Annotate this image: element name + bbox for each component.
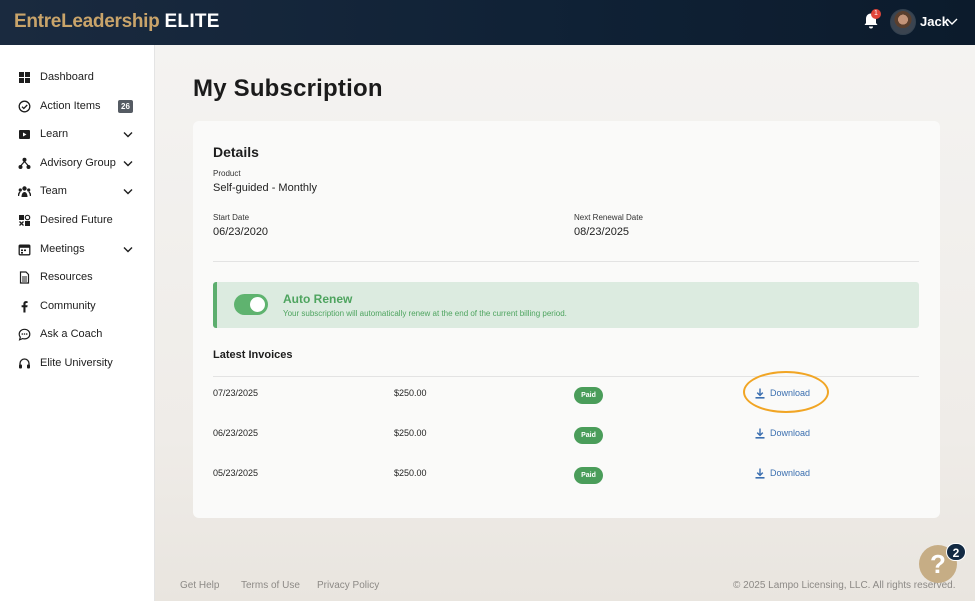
highlight-annotation <box>743 371 829 413</box>
sidebar-item-label: Resources <box>40 271 93 283</box>
status-badge: Paid <box>574 427 603 444</box>
status-badge: Paid <box>574 467 603 484</box>
sidebar-item-advisory-group[interactable]: Advisory Group <box>0 150 155 178</box>
team-icon <box>18 186 31 197</box>
auto-renew-toggle[interactable] <box>234 294 268 315</box>
download-icon <box>755 428 765 439</box>
logo-primary: EntreLeadership <box>14 11 160 32</box>
calendar-icon <box>18 244 31 256</box>
sidebar-item-elite-university[interactable]: Elite University <box>0 350 155 378</box>
invoice-date: 06/23/2025 <box>213 428 259 438</box>
product-label: Product <box>213 169 241 178</box>
details-heading: Details <box>213 144 259 160</box>
headset-icon <box>19 358 30 369</box>
chevron-down-icon[interactable] <box>946 16 958 26</box>
play-icon <box>19 130 30 139</box>
copyright: © 2025 Lampo Licensing, LLC. All rights … <box>733 580 956 591</box>
sidebar-item-label: Ask a Coach <box>40 328 103 340</box>
status-badge: Paid <box>574 387 603 404</box>
chevron-down-icon[interactable] <box>123 187 133 196</box>
sidebar-item-label: Team <box>40 185 67 197</box>
sidebar-item-label: Elite University <box>40 357 113 369</box>
product-value: Self-guided - Monthly <box>213 182 317 194</box>
download-label: Download <box>770 468 811 478</box>
username[interactable]: Jack <box>920 14 949 29</box>
sidebar-item-label: Advisory Group <box>40 157 116 169</box>
start-date-label: Start Date <box>213 213 250 222</box>
start-date-value: 06/23/2020 <box>213 226 269 238</box>
logo[interactable]: EntreLeadership ELITE <box>14 11 220 33</box>
top-bar: EntreLeadership ELITE 1 Jack <box>0 0 975 45</box>
invoice-row: 06/23/2025 $250.00 Paid Download <box>193 418 940 448</box>
toggle-knob <box>250 297 265 312</box>
notification-badge: 1 <box>871 9 881 19</box>
invoice-date: 07/23/2025 <box>213 388 259 398</box>
sidebar-item-resources[interactable]: Resources <box>0 264 155 292</box>
chevron-down-icon[interactable] <box>123 159 133 168</box>
invoice-date: 05/23/2025 <box>213 468 259 478</box>
invoice-amount: $250.00 <box>394 468 427 478</box>
document-icon <box>19 271 30 284</box>
logo-secondary: ELITE <box>164 11 220 32</box>
sidebar-item-community[interactable]: Community <box>0 293 155 321</box>
sidebar: Dashboard Action Items 26 Learn Advisory… <box>0 45 155 601</box>
avatar[interactable] <box>890 9 916 35</box>
sidebar-item-desired-future[interactable]: Desired Future <box>0 207 155 235</box>
invoice-row: 05/23/2025 $250.00 Paid Download <box>193 458 940 488</box>
footer-link-privacy[interactable]: Privacy Policy <box>317 580 379 591</box>
auto-renew-description: Your subscription will automatically ren… <box>283 309 567 318</box>
sidebar-item-meetings[interactable]: Meetings <box>0 236 155 264</box>
invoice-amount: $250.00 <box>394 388 427 398</box>
renewal-date-label: Next Renewal Date <box>574 213 643 222</box>
download-label: Download <box>770 428 811 438</box>
download-icon <box>755 468 765 479</box>
network-icon <box>18 157 31 169</box>
page-title: My Subscription <box>193 75 383 102</box>
auto-renew-title: Auto Renew <box>283 292 353 306</box>
check-circle-icon <box>18 100 31 113</box>
main-content: My Subscription Details Product Self-gui… <box>155 45 975 601</box>
sidebar-item-label: Meetings <box>40 243 85 255</box>
sidebar-item-label: Community <box>40 300 96 312</box>
chat-icon <box>18 328 31 341</box>
sidebar-item-ask-a-coach[interactable]: Ask a Coach <box>0 321 155 349</box>
invoice-amount: $250.00 <box>394 428 427 438</box>
puzzle-icon <box>19 214 31 226</box>
sidebar-item-learn[interactable]: Learn <box>0 121 155 149</box>
divider <box>213 261 919 262</box>
renewal-date-value: 08/23/2025 <box>574 226 630 238</box>
footer-link-get-help[interactable]: Get Help <box>180 580 219 591</box>
chevron-down-icon[interactable] <box>123 245 133 254</box>
invoices-heading: Latest Invoices <box>213 349 293 361</box>
facebook-icon <box>21 301 28 313</box>
sidebar-item-dashboard[interactable]: Dashboard <box>0 64 155 92</box>
footer-link-terms[interactable]: Terms of Use <box>241 580 300 591</box>
chevron-down-icon[interactable] <box>123 130 133 139</box>
sidebar-item-action-items[interactable]: Action Items 26 <box>0 93 155 121</box>
count-badge: 26 <box>118 100 133 113</box>
sidebar-item-label: Learn <box>40 128 69 140</box>
subscription-card: Details Product Self-guided - Monthly St… <box>193 121 940 518</box>
help-count-badge: 2 <box>946 543 966 561</box>
sidebar-item-label: Action Items <box>40 100 101 112</box>
sidebar-item-label: Desired Future <box>40 214 113 226</box>
auto-renew-panel: Auto Renew Your subscription will automa… <box>213 282 919 328</box>
sidebar-item-label: Dashboard <box>40 71 94 83</box>
grid-icon <box>19 72 30 83</box>
sidebar-item-team[interactable]: Team <box>0 178 155 206</box>
